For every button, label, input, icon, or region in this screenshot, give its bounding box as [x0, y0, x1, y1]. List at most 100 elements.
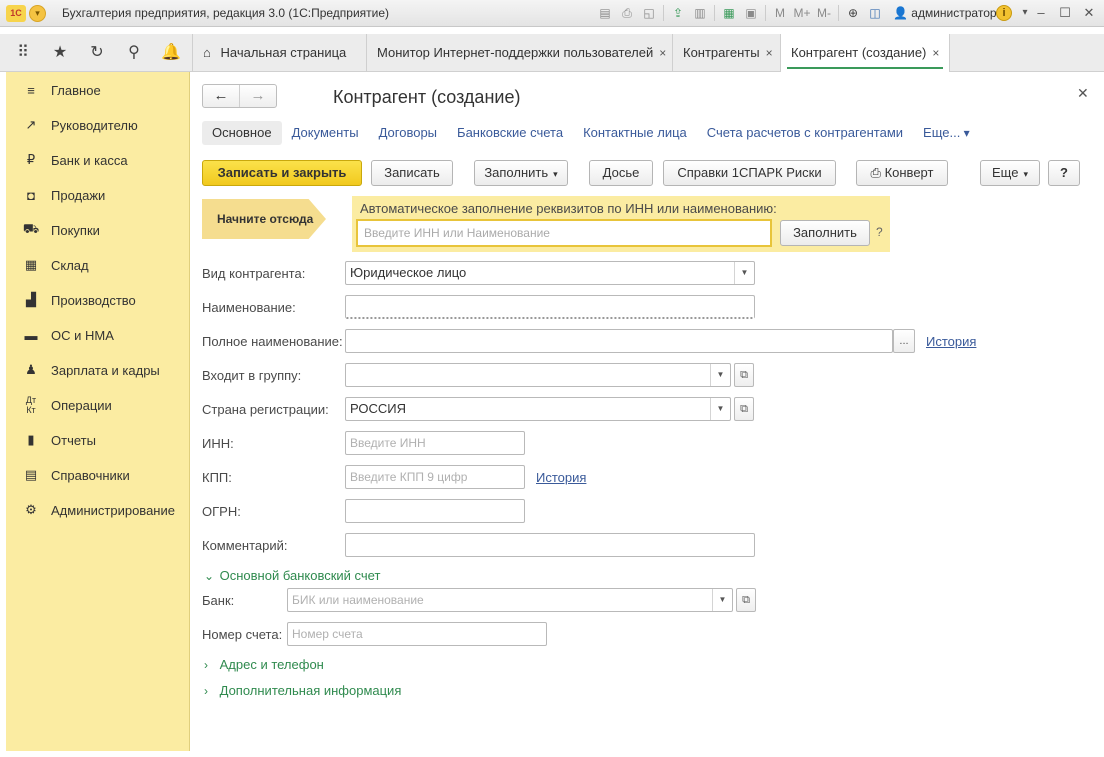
tab-home[interactable]: ⌂ Начальная страница [192, 34, 356, 72]
main-menu-button[interactable]: ▾ [29, 5, 46, 22]
name-input[interactable] [345, 295, 755, 319]
upload-icon[interactable]: ⇪ [667, 4, 689, 22]
memory-minus-button[interactable]: M- [813, 4, 835, 22]
additional-info-group-toggle[interactable]: › Дополнительная информация [204, 683, 401, 698]
history-icon[interactable]: ↻ [86, 42, 108, 64]
link-more[interactable]: Еще... [923, 125, 970, 141]
panels-icon[interactable]: ◫ [864, 4, 886, 22]
autofill-search-input[interactable]: Введите ИНН или Наименование [356, 219, 772, 247]
chevron-down-icon[interactable]: ▼ [710, 398, 730, 420]
sidebar-item-label: ОС и НМА [51, 327, 114, 343]
chevron-down-icon[interactable]: ▼ [712, 589, 732, 611]
link-bank-accounts[interactable]: Банковские счета [457, 125, 563, 141]
save-and-close-button[interactable]: Записать и закрыть [202, 160, 362, 186]
current-user[interactable]: 👤 администратор [893, 6, 997, 20]
autofill-help-icon[interactable]: ? [876, 225, 883, 239]
info-icon[interactable]: i [996, 5, 1012, 21]
sidebar-item-fixed-assets[interactable]: ▬ ОС и НМА [6, 320, 190, 350]
print-icon[interactable]: ⎙ [616, 4, 638, 22]
tab-close-icon[interactable]: × [766, 46, 773, 60]
sidebar-item-operations[interactable]: Дт Кт Операции [6, 390, 190, 420]
full-name-history-link[interactable]: История [926, 334, 976, 349]
full-name-ellipsis-button[interactable]: ... [893, 329, 915, 353]
kind-value: Юридическое лицо [350, 265, 467, 280]
tab-close-icon[interactable]: × [932, 46, 939, 60]
link-contact-persons[interactable]: Контактные лица [583, 125, 687, 141]
dossier-button[interactable]: Досье [589, 160, 653, 186]
inn-label: ИНН: [202, 436, 234, 451]
dt-kt-icon: Дт Кт [25, 395, 37, 415]
trend-icon: ↗ [25, 117, 37, 132]
notifications-icon[interactable]: 🔔 [160, 42, 182, 64]
kpp-input[interactable]: Введите КПП 9 цифр [345, 465, 525, 489]
save-icon[interactable]: ▤ [594, 4, 616, 22]
group-select[interactable]: ▼ [345, 363, 731, 387]
document-icon[interactable]: ▥ [689, 4, 711, 22]
account-number-input[interactable]: Номер счета [287, 622, 547, 646]
favorites-icon[interactable]: ★ [49, 42, 71, 64]
sidebar-item-production[interactable]: ▟ Производство [6, 285, 190, 315]
memory-m-button[interactable]: M [769, 4, 791, 22]
zoom-icon[interactable]: ⊕ [842, 4, 864, 22]
comment-input[interactable] [345, 533, 755, 557]
country-select[interactable]: РОССИЯ ▼ [345, 397, 731, 421]
sidebar-item-references[interactable]: ▤ Справочники [6, 460, 190, 490]
minimize-button[interactable]: ‒ [1030, 3, 1052, 23]
open-bank-icon[interactable]: ⧉ [736, 588, 756, 612]
page-title: Контрагент (создание) [333, 87, 521, 107]
gear-icon: ⚙ [25, 502, 37, 517]
preview-icon[interactable]: ◱ [638, 4, 660, 22]
save-button[interactable]: Записать [371, 160, 453, 186]
sidebar-item-manager[interactable]: ↗ Руководителю [6, 110, 190, 140]
chevron-down-icon[interactable]: ▼ [710, 364, 730, 386]
link-settlement-accounts[interactable]: Счета расчетов с контрагентами [707, 125, 903, 141]
kpp-history-link[interactable]: История [536, 470, 586, 485]
maximize-button[interactable]: ☐ [1054, 3, 1076, 23]
sidebar-item-bank[interactable]: ₽ Банк и касса [6, 145, 190, 175]
link-documents[interactable]: Документы [292, 125, 359, 141]
chevron-right-icon: › [204, 658, 208, 672]
calculator-icon[interactable]: ▦ [718, 4, 740, 22]
warehouse-icon: ▦ [24, 257, 38, 272]
calendar-icon[interactable]: ▣ [740, 4, 762, 22]
kind-select[interactable]: Юридическое лицо ▼ [345, 261, 755, 285]
address-group-toggle[interactable]: › Адрес и телефон [204, 657, 324, 672]
sidebar-item-salary[interactable]: ♟ Зарплата и кадры [6, 355, 190, 385]
link-contracts[interactable]: Договоры [379, 125, 437, 141]
autofill-fill-button[interactable]: Заполнить [780, 220, 870, 246]
memory-plus-button[interactable]: M+ [791, 4, 813, 22]
spark-reports-button[interactable]: Справки 1СПАРК Риски [663, 160, 836, 186]
apps-grid-icon[interactable]: ⠿ [12, 42, 34, 64]
back-arrow-icon[interactable]: ← [203, 85, 239, 107]
link-main[interactable]: Основное [202, 121, 282, 145]
close-window-button[interactable]: ✕ [1078, 3, 1100, 23]
open-country-icon[interactable]: ⧉ [734, 397, 754, 421]
home-icon: ⌂ [203, 45, 211, 60]
sidebar-item-admin[interactable]: ⚙ Администрирование [6, 495, 190, 525]
open-group-icon[interactable]: ⧉ [734, 363, 754, 387]
bag-icon: ◘ [27, 187, 35, 203]
sidebar-item-main[interactable]: ≡ Главное [6, 75, 190, 105]
tab-counterparty-create[interactable]: Контрагент (создание) × [780, 34, 951, 72]
sidebar-item-purchases[interactable]: ⛟ Покупки [6, 215, 190, 245]
inn-input[interactable]: Введите ИНН [345, 431, 525, 455]
envelope-button[interactable]: ⎙ Конверт [856, 160, 948, 186]
fill-dropdown-button[interactable]: Заполнить ▾ [474, 160, 568, 186]
help-button[interactable]: ? [1048, 160, 1080, 186]
close-form-icon[interactable]: ✕ [1077, 85, 1089, 102]
tab-counterparties[interactable]: Контрагенты × [672, 34, 783, 72]
ogrn-input[interactable] [345, 499, 525, 523]
bank-select[interactable]: БИК или наименование ▼ [287, 588, 733, 612]
tab-close-icon[interactable]: × [659, 46, 666, 60]
sidebar-item-warehouse[interactable]: ▦ Склад [6, 250, 190, 280]
sidebar-item-sales[interactable]: ◘ Продажи [6, 180, 190, 210]
bank-account-group-toggle[interactable]: ⌄ Основной банковский счет [204, 568, 380, 583]
sidebar-item-reports[interactable]: ▮ Отчеты [6, 425, 190, 455]
search-icon[interactable]: ⚲ [123, 42, 145, 64]
forward-arrow-icon[interactable]: → [239, 85, 276, 107]
kpp-label: КПП: [202, 470, 232, 485]
full-name-input[interactable] [345, 329, 893, 353]
chevron-down-icon[interactable]: ▼ [734, 262, 754, 284]
tab-support-monitor[interactable]: Монитор Интернет-поддержки пользователей… [366, 34, 676, 72]
more-actions-button[interactable]: Еще ▾ [980, 160, 1040, 186]
